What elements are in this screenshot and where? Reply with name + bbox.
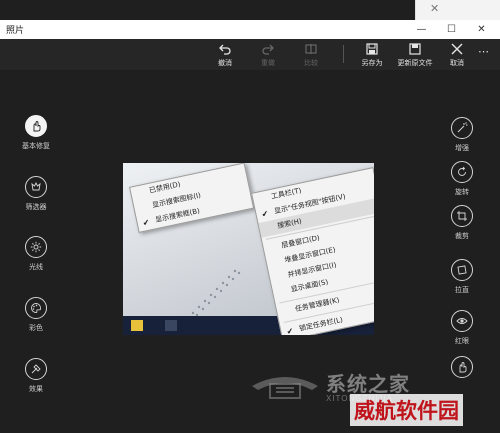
palette-icon: [25, 297, 47, 319]
update-original-label: 更新原文件: [397, 59, 433, 67]
tool-basic-fix[interactable]: 基本修复: [14, 115, 58, 151]
redo-button[interactable]: 重做: [251, 42, 285, 68]
straighten-icon: [451, 259, 473, 281]
save-icon: [409, 43, 421, 55]
tool-effects[interactable]: 效果: [14, 358, 58, 394]
undo-button[interactable]: 撤消: [208, 42, 242, 68]
window-title: 照片: [6, 26, 25, 36]
undo-label: 撤消: [218, 59, 232, 67]
maximize-button[interactable]: ☐: [438, 20, 465, 39]
effects-label: 效果: [29, 385, 43, 393]
rotate-icon: [451, 161, 473, 183]
tool-filters[interactable]: 筛选器: [14, 176, 58, 212]
cancel-button[interactable]: 取消: [440, 42, 474, 68]
watermark: 系统之家 XITONGZHIJIA 威航软件园: [250, 360, 500, 433]
close-button[interactable]: ✕: [468, 20, 495, 39]
watermark-site: 威航软件园: [350, 394, 463, 426]
filters-icon: [25, 176, 47, 198]
tool-crop[interactable]: 裁剪: [440, 205, 484, 241]
rotate-label: 旋转: [455, 188, 469, 196]
background-close-icon[interactable]: ✕: [430, 2, 439, 15]
compare-icon: [305, 44, 317, 54]
background-window-strip: ✕: [415, 0, 500, 20]
cancel-icon: [451, 43, 463, 55]
toolbar-divider: [343, 45, 344, 63]
edit-toolbar: 撤消 重做 比较 另存为 更新原文件 取消 ⋯: [0, 39, 500, 70]
magic-wand-icon: [451, 117, 473, 139]
basic-fix-label: 基本修复: [22, 142, 50, 150]
save-as-icon: [366, 43, 378, 55]
crop-icon: [451, 205, 473, 227]
sun-icon: [25, 236, 47, 258]
app-tile-icon: [165, 320, 177, 331]
watermark-brand: 系统之家: [326, 372, 410, 396]
tool-straighten[interactable]: 拉直: [440, 259, 484, 295]
compare-label: 比较: [304, 59, 318, 67]
red-eye-label: 红眼: [455, 337, 469, 345]
watermark-logo-icon: [252, 377, 318, 399]
filters-label: 筛选器: [25, 203, 47, 211]
basic-fix-icon: [25, 115, 47, 137]
checkmark-icon: ✔: [141, 217, 151, 228]
footprints-image: [191, 269, 241, 317]
minimize-button[interactable]: —: [408, 20, 435, 39]
photo-canvas[interactable]: 已禁用(D) 显示搜索图标(I) ✔ 显示搜索框(B) 工具栏(T) ✔ 显示"任务…: [123, 163, 374, 335]
eye-icon: [451, 310, 473, 332]
folder-tile-icon: [131, 320, 143, 331]
checkmark-icon: ✔: [285, 326, 295, 335]
light-label: 光线: [29, 263, 43, 271]
tool-rotate[interactable]: 旋转: [440, 161, 484, 197]
redo-label: 重做: [261, 59, 275, 67]
compare-button[interactable]: 比较: [294, 42, 328, 68]
checkmark-icon: ✔: [260, 208, 270, 220]
save-as-button[interactable]: 另存为: [355, 42, 389, 68]
crop-label: 裁剪: [455, 232, 469, 240]
effects-icon: [25, 358, 47, 380]
title-bar: 照片 — ☐ ✕: [0, 20, 500, 39]
cancel-label: 取消: [450, 59, 464, 67]
straighten-label: 拉直: [455, 286, 469, 294]
tool-color[interactable]: 彩色: [14, 297, 58, 333]
redo-icon: [262, 44, 274, 55]
tool-enhance[interactable]: 增强: [440, 117, 484, 153]
color-label: 彩色: [29, 324, 43, 332]
update-original-button[interactable]: 更新原文件: [397, 42, 433, 68]
enhance-label: 增强: [455, 144, 469, 152]
tool-red-eye[interactable]: 红眼: [440, 310, 484, 346]
undo-icon: [219, 44, 231, 55]
tool-light[interactable]: 光线: [14, 236, 58, 272]
more-options-icon[interactable]: ⋯: [478, 45, 489, 58]
save-as-label: 另存为: [361, 59, 383, 67]
